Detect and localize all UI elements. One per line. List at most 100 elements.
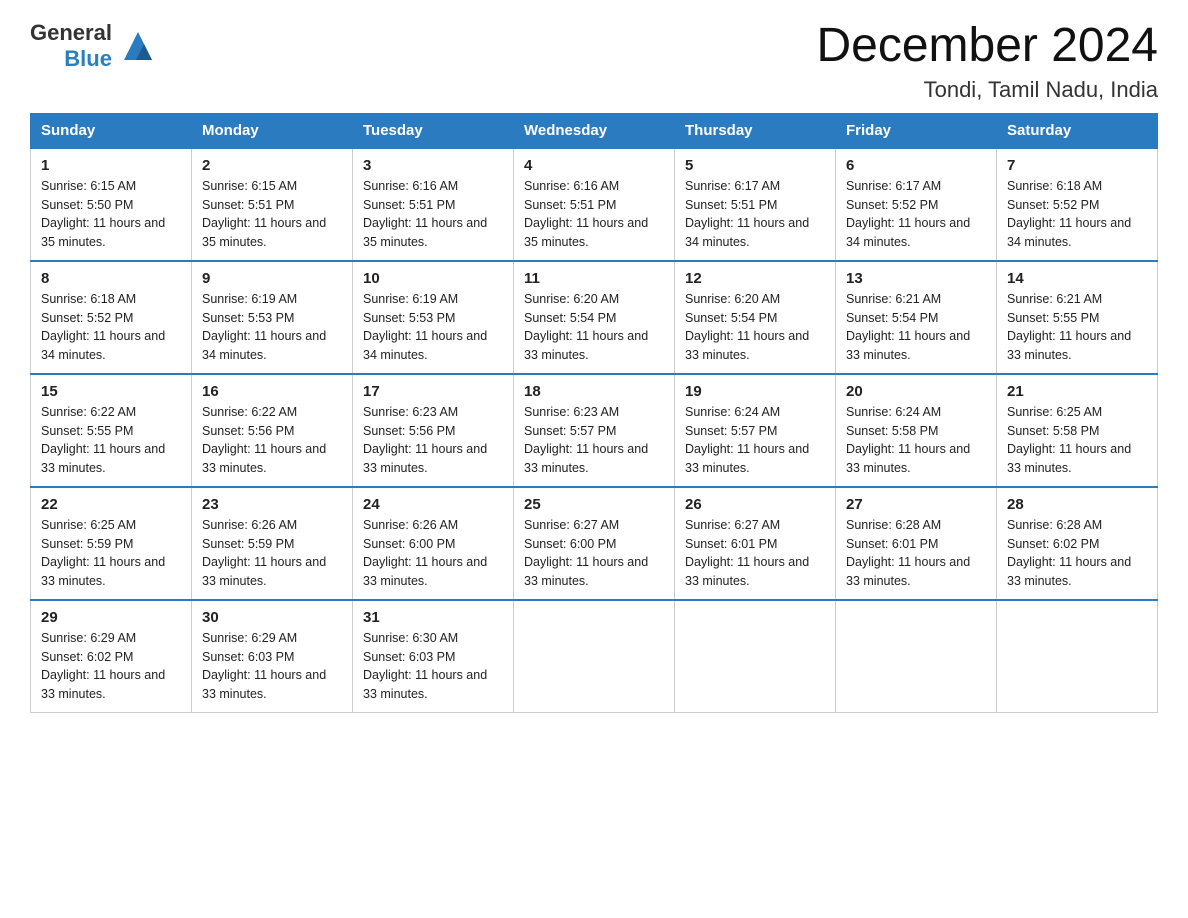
day-number: 16: [202, 383, 342, 400]
day-number: 15: [41, 383, 181, 400]
day-number: 26: [685, 496, 825, 513]
day-info: Sunrise: 6:16 AMSunset: 5:51 PMDaylight:…: [524, 179, 648, 249]
calendar-cell: 26 Sunrise: 6:27 AMSunset: 6:01 PMDaylig…: [675, 487, 836, 600]
day-number: 3: [363, 157, 503, 174]
calendar-cell: [675, 600, 836, 713]
calendar-cell: 25 Sunrise: 6:27 AMSunset: 6:00 PMDaylig…: [514, 487, 675, 600]
calendar-cell: 22 Sunrise: 6:25 AMSunset: 5:59 PMDaylig…: [31, 487, 192, 600]
header-sunday: Sunday: [31, 113, 192, 148]
day-number: 17: [363, 383, 503, 400]
calendar-cell: [997, 600, 1158, 713]
day-info: Sunrise: 6:29 AMSunset: 6:03 PMDaylight:…: [202, 631, 326, 701]
day-info: Sunrise: 6:17 AMSunset: 5:52 PMDaylight:…: [846, 179, 970, 249]
day-number: 10: [363, 270, 503, 287]
day-info: Sunrise: 6:15 AMSunset: 5:51 PMDaylight:…: [202, 179, 326, 249]
calendar-cell: [514, 600, 675, 713]
day-info: Sunrise: 6:23 AMSunset: 5:57 PMDaylight:…: [524, 405, 648, 475]
day-number: 6: [846, 157, 986, 174]
day-info: Sunrise: 6:15 AMSunset: 5:50 PMDaylight:…: [41, 179, 165, 249]
day-number: 8: [41, 270, 181, 287]
day-info: Sunrise: 6:25 AMSunset: 5:59 PMDaylight:…: [41, 518, 165, 588]
calendar-cell: 15 Sunrise: 6:22 AMSunset: 5:55 PMDaylig…: [31, 374, 192, 487]
day-info: Sunrise: 6:24 AMSunset: 5:58 PMDaylight:…: [846, 405, 970, 475]
day-info: Sunrise: 6:27 AMSunset: 6:00 PMDaylight:…: [524, 518, 648, 588]
page-header: General Blue December 2024 Tondi, Tamil …: [30, 20, 1158, 103]
calendar-header: Sunday Monday Tuesday Wednesday Thursday…: [31, 113, 1158, 148]
day-info: Sunrise: 6:23 AMSunset: 5:56 PMDaylight:…: [363, 405, 487, 475]
day-info: Sunrise: 6:26 AMSunset: 6:00 PMDaylight:…: [363, 518, 487, 588]
calendar-cell: 2 Sunrise: 6:15 AMSunset: 5:51 PMDayligh…: [192, 148, 353, 261]
day-info: Sunrise: 6:30 AMSunset: 6:03 PMDaylight:…: [363, 631, 487, 701]
calendar-cell: 18 Sunrise: 6:23 AMSunset: 5:57 PMDaylig…: [514, 374, 675, 487]
calendar-cell: 7 Sunrise: 6:18 AMSunset: 5:52 PMDayligh…: [997, 148, 1158, 261]
header-monday: Monday: [192, 113, 353, 148]
day-number: 4: [524, 157, 664, 174]
day-info: Sunrise: 6:18 AMSunset: 5:52 PMDaylight:…: [41, 292, 165, 362]
calendar-cell: 11 Sunrise: 6:20 AMSunset: 5:54 PMDaylig…: [514, 261, 675, 374]
logo-general-text: General: [30, 20, 112, 46]
day-number: 13: [846, 270, 986, 287]
calendar-cell: 29 Sunrise: 6:29 AMSunset: 6:02 PMDaylig…: [31, 600, 192, 713]
calendar-cell: 8 Sunrise: 6:18 AMSunset: 5:52 PMDayligh…: [31, 261, 192, 374]
day-info: Sunrise: 6:19 AMSunset: 5:53 PMDaylight:…: [202, 292, 326, 362]
calendar-cell: 13 Sunrise: 6:21 AMSunset: 5:54 PMDaylig…: [836, 261, 997, 374]
day-number: 1: [41, 157, 181, 174]
logo-blue-text: Blue: [64, 46, 112, 72]
day-number: 7: [1007, 157, 1147, 174]
day-number: 23: [202, 496, 342, 513]
calendar-cell: [836, 600, 997, 713]
day-number: 5: [685, 157, 825, 174]
day-info: Sunrise: 6:22 AMSunset: 5:55 PMDaylight:…: [41, 405, 165, 475]
day-number: 18: [524, 383, 664, 400]
calendar-cell: 30 Sunrise: 6:29 AMSunset: 6:03 PMDaylig…: [192, 600, 353, 713]
title-block: December 2024 Tondi, Tamil Nadu, India: [816, 20, 1158, 103]
calendar-cell: 24 Sunrise: 6:26 AMSunset: 6:00 PMDaylig…: [353, 487, 514, 600]
day-info: Sunrise: 6:22 AMSunset: 5:56 PMDaylight:…: [202, 405, 326, 475]
day-info: Sunrise: 6:20 AMSunset: 5:54 PMDaylight:…: [524, 292, 648, 362]
day-number: 24: [363, 496, 503, 513]
day-number: 11: [524, 270, 664, 287]
location-subtitle: Tondi, Tamil Nadu, India: [816, 77, 1158, 103]
calendar-cell: 21 Sunrise: 6:25 AMSunset: 5:58 PMDaylig…: [997, 374, 1158, 487]
day-number: 12: [685, 270, 825, 287]
day-number: 19: [685, 383, 825, 400]
day-number: 27: [846, 496, 986, 513]
day-info: Sunrise: 6:28 AMSunset: 6:01 PMDaylight:…: [846, 518, 970, 588]
day-number: 28: [1007, 496, 1147, 513]
day-info: Sunrise: 6:28 AMSunset: 6:02 PMDaylight:…: [1007, 518, 1131, 588]
day-info: Sunrise: 6:19 AMSunset: 5:53 PMDaylight:…: [363, 292, 487, 362]
calendar-cell: 5 Sunrise: 6:17 AMSunset: 5:51 PMDayligh…: [675, 148, 836, 261]
calendar-cell: 28 Sunrise: 6:28 AMSunset: 6:02 PMDaylig…: [997, 487, 1158, 600]
header-wednesday: Wednesday: [514, 113, 675, 148]
calendar-week-row: 22 Sunrise: 6:25 AMSunset: 5:59 PMDaylig…: [31, 487, 1158, 600]
calendar-body: 1 Sunrise: 6:15 AMSunset: 5:50 PMDayligh…: [31, 148, 1158, 713]
day-info: Sunrise: 6:18 AMSunset: 5:52 PMDaylight:…: [1007, 179, 1131, 249]
calendar-week-row: 15 Sunrise: 6:22 AMSunset: 5:55 PMDaylig…: [31, 374, 1158, 487]
day-number: 30: [202, 609, 342, 626]
day-number: 22: [41, 496, 181, 513]
calendar-table: Sunday Monday Tuesday Wednesday Thursday…: [30, 113, 1158, 713]
calendar-week-row: 29 Sunrise: 6:29 AMSunset: 6:02 PMDaylig…: [31, 600, 1158, 713]
calendar-cell: 31 Sunrise: 6:30 AMSunset: 6:03 PMDaylig…: [353, 600, 514, 713]
calendar-cell: 19 Sunrise: 6:24 AMSunset: 5:57 PMDaylig…: [675, 374, 836, 487]
month-title: December 2024: [816, 20, 1158, 73]
day-info: Sunrise: 6:21 AMSunset: 5:55 PMDaylight:…: [1007, 292, 1131, 362]
header-thursday: Thursday: [675, 113, 836, 148]
calendar-week-row: 8 Sunrise: 6:18 AMSunset: 5:52 PMDayligh…: [31, 261, 1158, 374]
day-number: 20: [846, 383, 986, 400]
day-info: Sunrise: 6:20 AMSunset: 5:54 PMDaylight:…: [685, 292, 809, 362]
day-info: Sunrise: 6:29 AMSunset: 6:02 PMDaylight:…: [41, 631, 165, 701]
calendar-cell: 9 Sunrise: 6:19 AMSunset: 5:53 PMDayligh…: [192, 261, 353, 374]
calendar-cell: 1 Sunrise: 6:15 AMSunset: 5:50 PMDayligh…: [31, 148, 192, 261]
calendar-cell: 4 Sunrise: 6:16 AMSunset: 5:51 PMDayligh…: [514, 148, 675, 261]
day-number: 9: [202, 270, 342, 287]
logo: General Blue: [30, 20, 156, 72]
calendar-cell: 17 Sunrise: 6:23 AMSunset: 5:56 PMDaylig…: [353, 374, 514, 487]
header-friday: Friday: [836, 113, 997, 148]
calendar-cell: 16 Sunrise: 6:22 AMSunset: 5:56 PMDaylig…: [192, 374, 353, 487]
day-number: 31: [363, 609, 503, 626]
calendar-cell: 14 Sunrise: 6:21 AMSunset: 5:55 PMDaylig…: [997, 261, 1158, 374]
header-tuesday: Tuesday: [353, 113, 514, 148]
day-info: Sunrise: 6:21 AMSunset: 5:54 PMDaylight:…: [846, 292, 970, 362]
day-number: 25: [524, 496, 664, 513]
